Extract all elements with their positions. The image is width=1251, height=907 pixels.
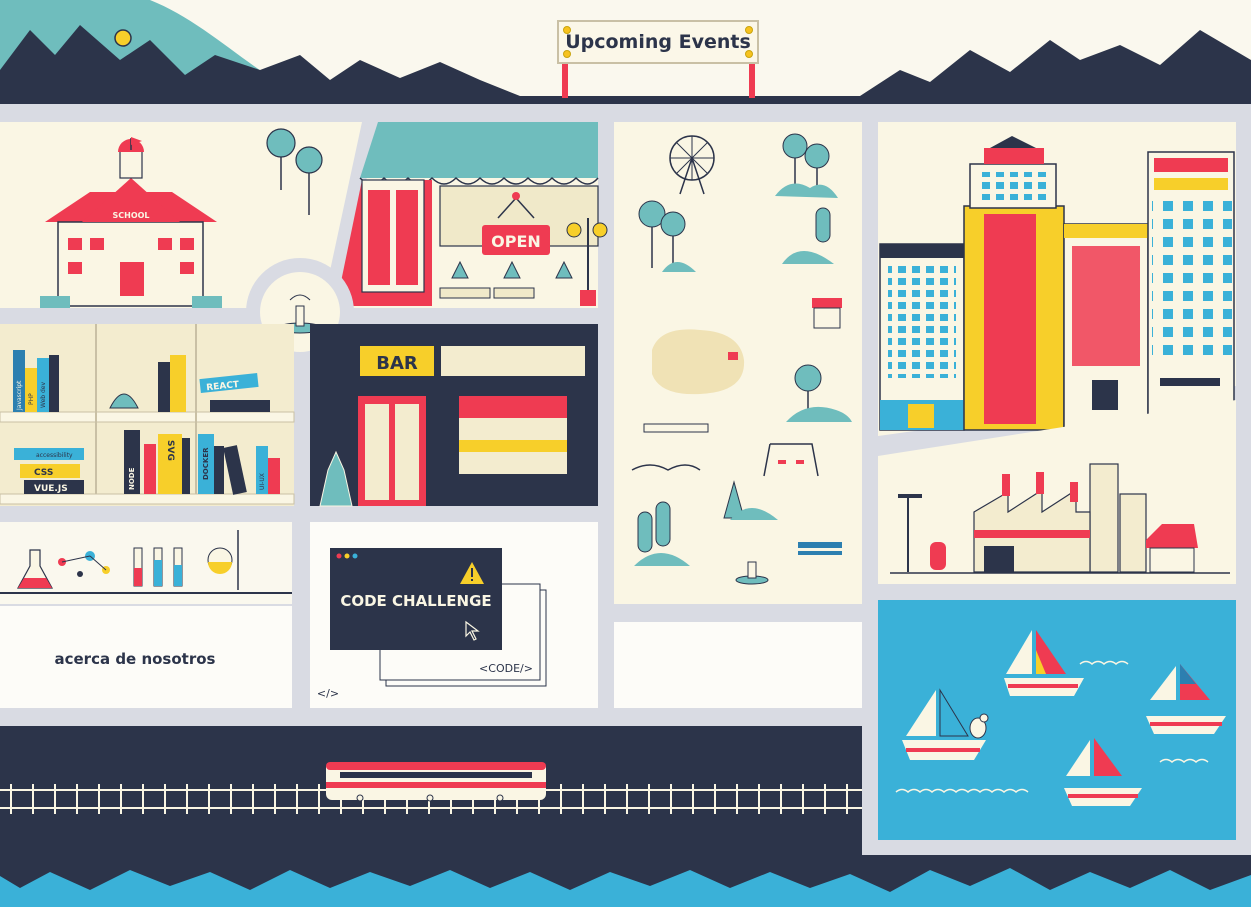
shop-awning (360, 122, 598, 178)
book-css: CSS (34, 468, 53, 478)
book-javascript: Javascript (16, 380, 23, 411)
code-tag-small: </> (317, 687, 339, 700)
city-map: SCHOOL OPEN Javascript PHP Web dev NODE … (0, 0, 1251, 907)
code-tag: <CODE/> (479, 662, 533, 675)
open-sign-text: OPEN (491, 232, 541, 251)
book-php: PHP (28, 393, 35, 405)
book-uiux: UI-UX (259, 473, 266, 490)
book-webdev: Web dev (40, 382, 47, 408)
lab-block (0, 522, 292, 604)
about-link[interactable]: acerca de nosotros (55, 650, 216, 668)
book-accessibility: accessibility (36, 452, 73, 459)
upcoming-events-label: Upcoming Events (565, 31, 751, 53)
book-node: NODE (128, 467, 136, 490)
book-docker: DOCKER (202, 447, 210, 480)
book-vuejs: VUE.JS (34, 484, 68, 494)
food-cart (812, 298, 842, 308)
upcoming-events-sign[interactable]: Upcoming Events (557, 20, 759, 64)
sun-icon (114, 29, 132, 47)
bar-sign-text: BAR (376, 353, 418, 374)
bench (643, 423, 709, 433)
code-challenge-title: CODE CHALLENGE (340, 592, 491, 610)
empty-lot (614, 622, 862, 708)
pond (652, 329, 745, 395)
book-svg: SVG (165, 440, 175, 461)
school-sign: SCHOOL (112, 211, 149, 220)
train-icon[interactable] (326, 762, 546, 802)
